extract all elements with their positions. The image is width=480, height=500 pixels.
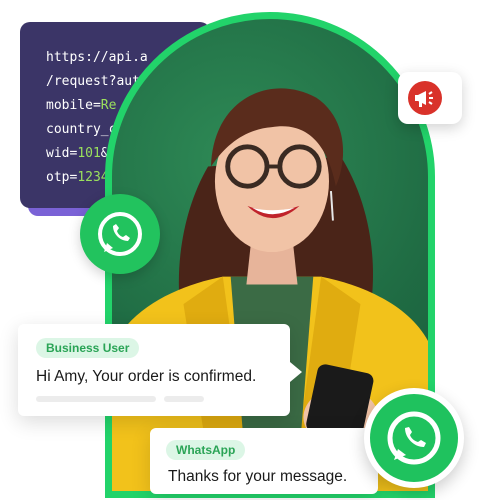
- code-line-country: country_c: [46, 122, 117, 137]
- whatsapp-tag: WhatsApp: [166, 440, 246, 460]
- whatsapp-reply-card: WhatsApp Thanks for your message.: [150, 428, 378, 494]
- whatsapp-icon: [387, 411, 441, 465]
- megaphone-badge: [398, 72, 462, 124]
- code-line-otp: otp=1234: [46, 170, 109, 185]
- business-user-tag: Business User: [36, 338, 140, 358]
- whatsapp-badge-small: [80, 194, 160, 274]
- whatsapp-reply-text: Thanks for your message.: [168, 468, 348, 485]
- business-message-card: Business User Hi Amy, Your order is conf…: [18, 324, 302, 416]
- whatsapp-badge-large: [364, 388, 464, 488]
- megaphone-icon: [408, 81, 442, 115]
- business-message-text: Hi Amy, Your order is confirmed.: [36, 368, 257, 385]
- whatsapp-icon: [98, 212, 142, 256]
- code-line-mobile: mobile=Re: [46, 98, 117, 113]
- placeholder-bar: [36, 396, 156, 402]
- placeholder-bar: [164, 396, 204, 402]
